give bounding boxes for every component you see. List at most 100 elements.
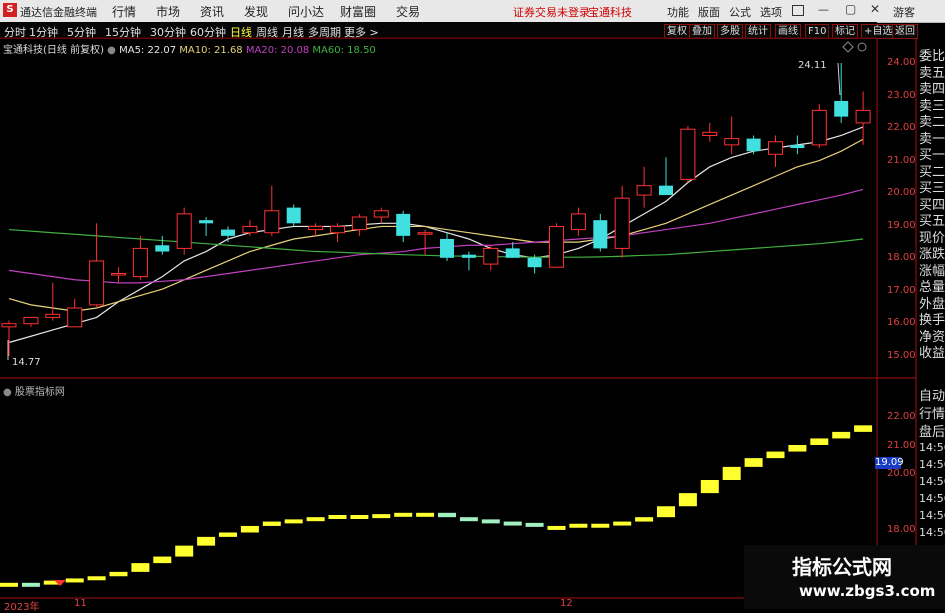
ma60-legend: MA60: 18.50	[312, 45, 376, 56]
sub-bar	[810, 438, 829, 445]
candle-body	[527, 257, 542, 268]
sub-bar	[481, 519, 500, 524]
date-label: 11	[74, 598, 87, 609]
sub-bar	[678, 493, 697, 507]
sub-bar	[109, 571, 128, 577]
sub-bar	[854, 425, 873, 432]
candle-body	[242, 225, 258, 234]
price-tick: 15.00	[887, 350, 916, 361]
candles	[1, 63, 871, 356]
high-mark-line	[837, 62, 841, 96]
diamond-icon[interactable]	[842, 41, 854, 53]
sub-bar	[569, 523, 588, 528]
candle-body	[702, 131, 718, 136]
candle-body	[768, 141, 783, 155]
high-mark	[837, 62, 841, 96]
side-time: 14:56	[919, 458, 945, 471]
candle-body	[176, 213, 192, 249]
sub-indicator-bars	[0, 425, 873, 587]
candle-body	[724, 138, 740, 146]
kline-chart[interactable]	[0, 0, 945, 609]
sub-bar	[547, 525, 566, 530]
sub-bar	[657, 506, 675, 518]
candle-body	[593, 220, 608, 249]
candle-body	[811, 109, 827, 146]
ma-lines	[8, 126, 864, 344]
candle-body	[746, 138, 761, 152]
price-tick: 24.00	[887, 57, 916, 68]
candle-body	[221, 229, 235, 236]
date-label: 2023年	[4, 602, 40, 613]
candle-body	[111, 272, 126, 276]
sub-tick: 22.00	[887, 411, 916, 422]
sub-bar	[722, 466, 741, 480]
candle-body	[549, 225, 564, 268]
candle-body	[330, 225, 345, 234]
candle-body	[396, 213, 411, 236]
sub-bar	[635, 517, 654, 522]
settings-circle-icon[interactable]	[857, 42, 867, 52]
sub-bar	[766, 451, 785, 459]
price-tick: 17.00	[887, 285, 916, 296]
sub-tick: 20.00	[887, 468, 916, 479]
sub-bar	[21, 582, 40, 587]
candle-body	[505, 248, 520, 258]
sub-bar	[459, 517, 478, 522]
sub-bar	[240, 525, 259, 533]
sub-bar	[613, 521, 632, 526]
price-tick: 18.00	[887, 252, 916, 263]
sub-bar	[175, 545, 194, 557]
sub-bar	[131, 563, 150, 572]
ma10-legend: MA10: 21.68	[179, 45, 243, 56]
price-tick: 16.00	[887, 317, 916, 328]
candle-body	[659, 185, 673, 196]
legend-dot-icon: ●	[107, 45, 116, 56]
sub-bar	[525, 522, 544, 527]
sub-indicator-name: 股票指标网	[14, 387, 65, 398]
side-time: 14:56	[919, 475, 945, 488]
candle-body	[417, 232, 433, 235]
watermark: 指标公式网 www.zbgs3.com	[744, 545, 945, 609]
candle-body	[483, 247, 499, 265]
sub-bar	[744, 458, 763, 467]
sub-bar	[350, 515, 369, 519]
side-label: 收益	[919, 346, 945, 361]
candle-body	[286, 207, 301, 224]
sub-bar	[438, 512, 456, 518]
sub-bar	[197, 536, 216, 546]
candle-body	[67, 307, 83, 328]
side-mode-label: 行情	[919, 407, 945, 422]
candle-body	[155, 245, 170, 252]
candle-body	[264, 210, 280, 234]
high-mark-label: 24.11	[798, 60, 827, 71]
side-time: 14:56	[919, 441, 945, 454]
side-time: 14:56	[919, 526, 945, 539]
sub-bar	[591, 523, 610, 528]
sub-current-value: 19.09	[875, 457, 904, 469]
candle-body	[855, 109, 871, 124]
price-tick: 23.00	[887, 90, 916, 101]
candle-body	[1, 323, 17, 328]
candle-body	[834, 100, 849, 117]
sub-tick: 18.00	[887, 524, 916, 535]
candle-body	[132, 247, 148, 278]
candle-body	[23, 316, 39, 325]
chart-legend: 宝通科技(日线 前复权) ● MA5: 22.07 MA10: 21.68 MA…	[3, 41, 376, 56]
candle-body	[440, 238, 454, 258]
candle-body	[570, 213, 586, 231]
sub-bar	[65, 578, 84, 583]
ma20-legend: MA20: 20.08	[245, 45, 310, 56]
price-tick: 20.00	[887, 187, 916, 198]
date-label: 12	[560, 598, 573, 609]
sub-bar	[328, 515, 347, 519]
side-mode-label: 盘后	[919, 425, 945, 440]
sub-bar	[372, 514, 391, 519]
candle-body	[636, 185, 652, 196]
candle-body	[199, 220, 214, 224]
ma5-legend: MA5: 22.07	[119, 45, 177, 56]
candle-body	[614, 197, 630, 249]
candle-body	[461, 254, 476, 258]
price-tick: 22.00	[887, 122, 916, 133]
sub-bar	[832, 431, 851, 439]
sub-bar	[87, 576, 106, 581]
